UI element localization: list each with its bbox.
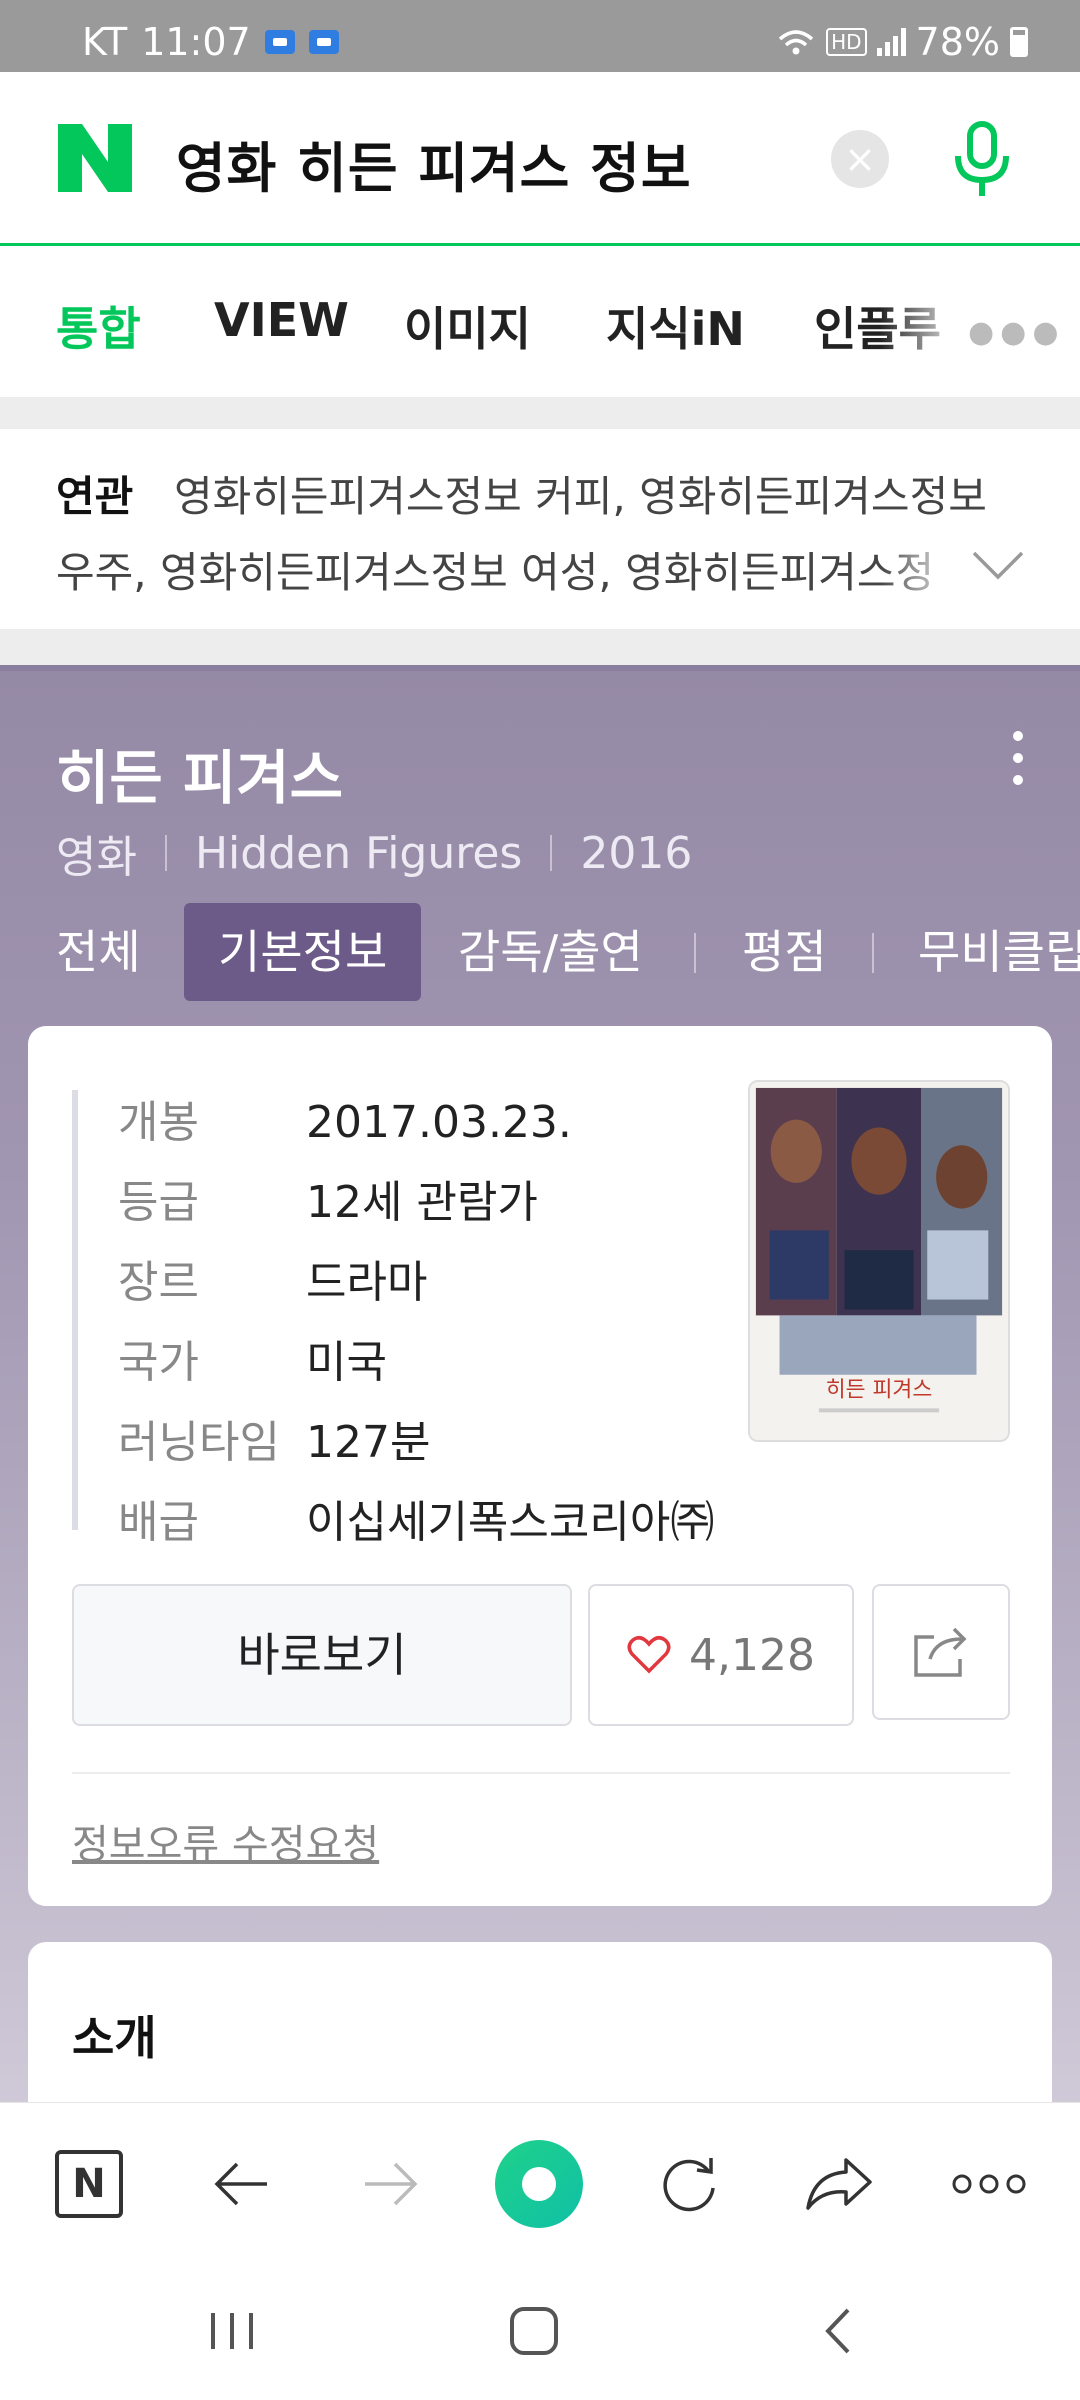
battery-icon: [1010, 27, 1028, 57]
movie-subtabs: 전체 기본정보 감독/출연 평점 무비클립: [0, 903, 1080, 1003]
battery-percent: 78%: [915, 20, 1000, 64]
watch-now-button[interactable]: 바로보기: [72, 1584, 572, 1726]
system-nav-bar: [0, 2266, 1080, 2400]
subtab-basic-info[interactable]: 기본정보: [184, 903, 422, 1001]
search-header: 영화 히든 피겨스 정보 ×: [0, 72, 1080, 246]
related-links[interactable]: 영화히든피겨스정보 커피, 영화히든피겨스정보: [174, 463, 987, 524]
heart-icon: [627, 1636, 671, 1674]
tab-knowledge-in[interactable]: 지식iN: [606, 293, 745, 359]
like-count: 4,128: [689, 1629, 815, 1681]
share-button[interactable]: [872, 1584, 1010, 1720]
signal-icon: [876, 28, 906, 56]
more-tabs-icon[interactable]: ●●●: [968, 315, 1065, 350]
like-button[interactable]: 4,128: [588, 1584, 854, 1726]
report-error-link[interactable]: 정보오류 수정요청: [72, 1812, 379, 1870]
card-divider: [72, 1772, 1010, 1774]
share-icon: [914, 1627, 967, 1677]
info-row-country: 국가 미국: [118, 1337, 387, 1388]
movie-year: 2016: [580, 827, 693, 879]
section-divider: [0, 397, 1080, 429]
intro-title: 소개: [72, 2011, 157, 2065]
info-row-distributor: 배급 이십세기폭스코리아㈜: [118, 1497, 715, 1548]
more-options-icon[interactable]: [1010, 731, 1026, 791]
naver-logo[interactable]: [58, 124, 132, 192]
subtab-movie-clip[interactable]: 무비클립: [918, 903, 1080, 1001]
notification-icon: [308, 30, 339, 54]
green-dot-icon: [495, 2140, 583, 2228]
chevron-left-icon: [825, 2308, 850, 2354]
poster-title-text: 히든 피겨스: [826, 1377, 933, 1402]
voice-search-button[interactable]: [946, 120, 1018, 200]
more-menu-button[interactable]: [944, 2139, 1034, 2229]
green-dot-button[interactable]: [494, 2139, 584, 2229]
arrow-left-icon: [214, 2162, 267, 2206]
info-row-rating: 등급 12세 관람가: [118, 1177, 538, 1228]
more-icon: [952, 2174, 1026, 2194]
notification-icon: [264, 30, 295, 54]
related-links[interactable]: 우주, 영화히든피겨스정보 여성, 영화히든피겨스정: [56, 539, 936, 600]
info-row-release: 개봉 2017.03.23.: [118, 1097, 572, 1148]
section-divider: [0, 629, 1080, 665]
chevron-down-icon[interactable]: [970, 545, 1026, 585]
recent-apps-icon: [211, 2313, 253, 2349]
naver-n-icon: N: [55, 2150, 123, 2218]
info-row-genre: 장르 드라마: [118, 1257, 428, 1308]
related-searches: 연관 영화히든피겨스정보 커피, 영화히든피겨스정보 우주, 영화히든피겨스정보…: [0, 429, 1080, 629]
recent-apps-button[interactable]: [192, 2296, 272, 2366]
microphone-icon: [955, 121, 1009, 196]
tab-view[interactable]: VIEW: [214, 293, 349, 347]
back-nav-button[interactable]: [798, 2296, 878, 2366]
movie-meta: 영화 Hidden Figures 2016: [56, 821, 692, 885]
carrier: KT: [82, 20, 128, 64]
refresh-button[interactable]: [644, 2139, 734, 2229]
related-fade: [880, 529, 960, 599]
related-label: 연관: [56, 472, 134, 521]
clear-search-button[interactable]: ×: [831, 130, 889, 188]
clock: 11:07: [141, 20, 251, 64]
movie-title[interactable]: 히든 피겨스: [56, 731, 343, 815]
subtab-all[interactable]: 전체: [56, 903, 141, 1001]
naver-home-button[interactable]: N: [44, 2139, 134, 2229]
movie-poster[interactable]: 히든 피겨스: [748, 1080, 1010, 1442]
home-icon: [510, 2307, 558, 2355]
search-tabs: 통합 VIEW 이미지 지식iN 인플루 ●●●: [0, 249, 1080, 397]
arrow-right-icon: [365, 2162, 418, 2206]
status-bar: KT 11:07 HD 78%: [0, 0, 1080, 72]
home-button[interactable]: [494, 2296, 574, 2366]
close-icon: ×: [844, 137, 876, 181]
tab-integrated[interactable]: 통합: [56, 293, 141, 359]
hd-voice-icon: HD: [826, 28, 867, 56]
info-row-runtime: 러닝타임 127분: [118, 1417, 431, 1468]
browser-toolbar: N: [0, 2102, 1080, 2266]
basic-info-card: 개봉 2017.03.23. 등급 12세 관람가 장르 드라마 국가 미국 러닝타임 1…: [28, 1026, 1052, 1906]
info-accent-bar: [72, 1090, 78, 1530]
wifi-icon: [778, 30, 814, 55]
back-button[interactable]: [196, 2139, 286, 2229]
tab-images[interactable]: 이미지: [404, 293, 531, 359]
subtab-director-cast[interactable]: 감독/출연: [458, 903, 643, 1001]
forward-button[interactable]: [346, 2139, 436, 2229]
share-page-button[interactable]: [794, 2139, 884, 2229]
refresh-icon: [663, 2158, 715, 2212]
movie-category: 영화: [56, 832, 137, 883]
subtab-rating[interactable]: 평점: [742, 903, 827, 1001]
search-input[interactable]: 영화 히든 피겨스 정보: [176, 124, 692, 203]
tabs-fade: [880, 249, 970, 397]
share-arrow-icon: [806, 2158, 872, 2210]
movie-original-title: Hidden Figures: [194, 827, 523, 879]
